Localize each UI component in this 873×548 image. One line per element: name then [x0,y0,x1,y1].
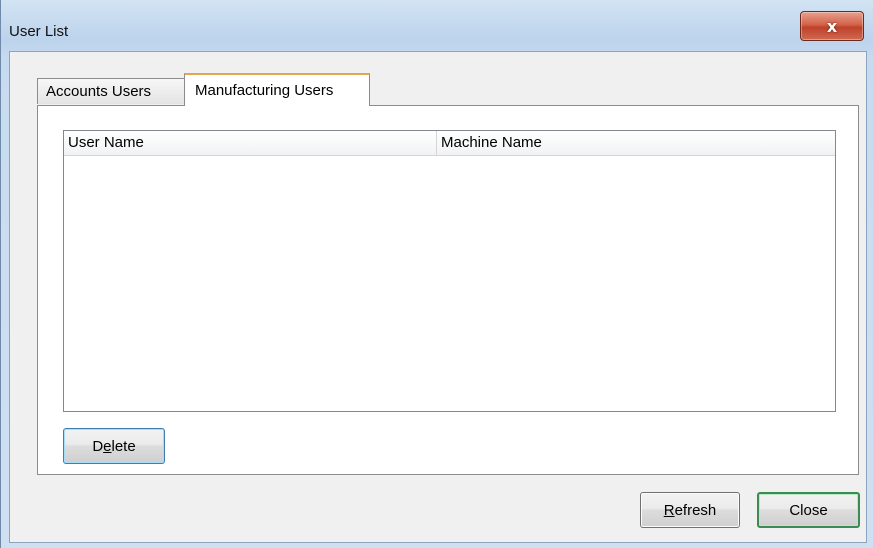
column-header-machine-name[interactable]: Machine Name [436,131,830,155]
users-list-view[interactable]: User Name Machine Name [63,130,836,412]
tab-accounts-users[interactable]: Accounts Users [37,78,185,104]
close-icon: x [826,16,838,36]
column-header-user-name[interactable]: User Name [64,131,436,155]
close-label: Close [789,501,828,519]
tab-panel-manufacturing-users: User Name Machine Name Delete [37,105,859,475]
close-button[interactable]: Close [757,492,860,528]
tab-label: Manufacturing Users [195,82,334,99]
delete-label: Delete [92,437,136,455]
list-header: User Name Machine Name [64,131,835,156]
refresh-label: Refresh [663,501,717,519]
delete-button[interactable]: Delete [63,428,165,464]
title-bar[interactable]: User List x [1,0,873,50]
refresh-button[interactable]: Refresh [640,492,740,528]
tab-manufacturing-users[interactable]: Manufacturing Users [184,73,370,106]
tab-label: Accounts Users [46,83,152,100]
window-title: User List [9,23,69,40]
window-close-button[interactable]: x [800,11,864,41]
user-list-window: User List x Accounts Users Manufacturing… [0,0,873,548]
dialog-client-area: Accounts Users Manufacturing Users User … [9,51,867,543]
